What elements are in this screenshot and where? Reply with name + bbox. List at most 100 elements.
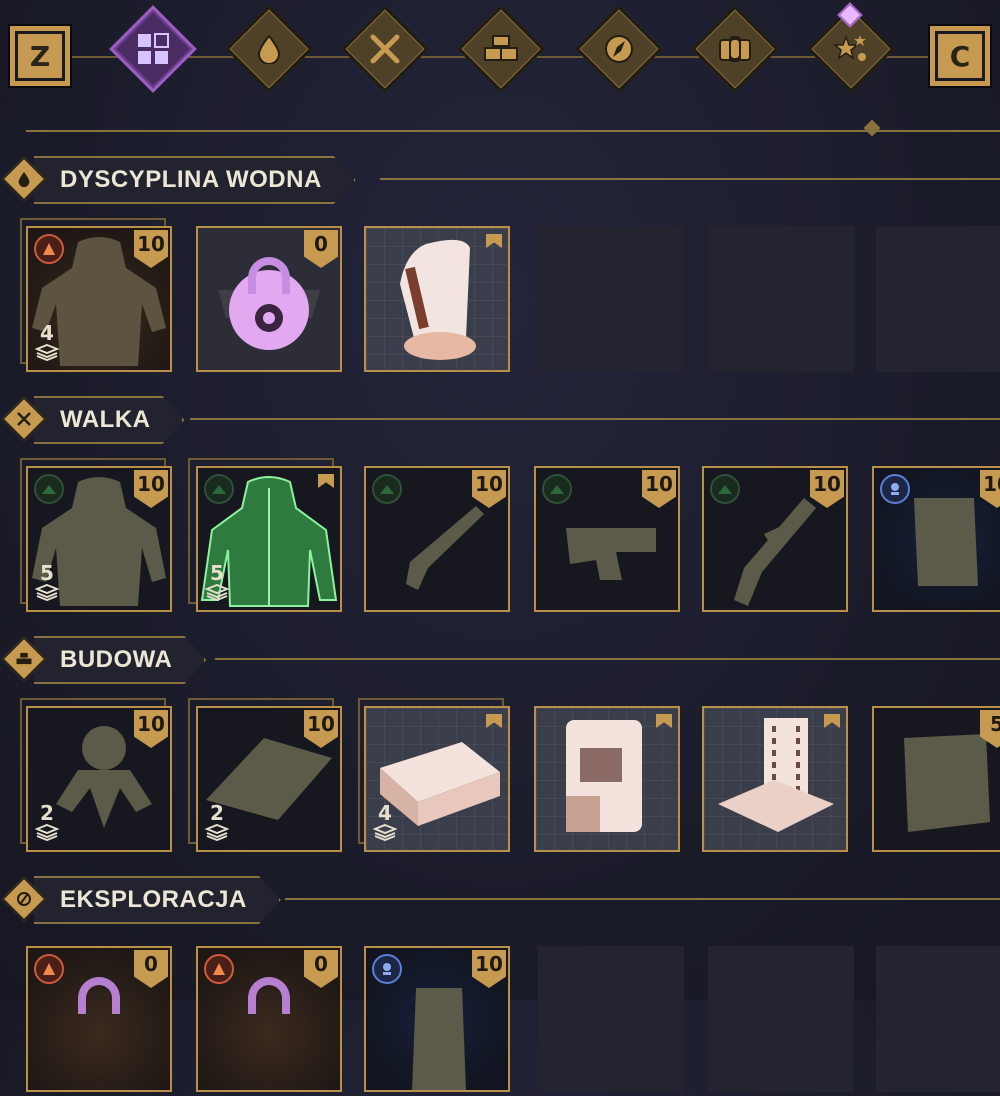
water-drop-icon [249,29,289,69]
item-card[interactable]: 5 [872,706,1000,852]
item-card[interactable]: 10 5 [26,466,172,612]
section-rule [215,658,1000,660]
prev-key-label: Z [15,31,65,81]
stack-info: 5 [32,563,62,606]
empty-slot [876,946,1000,1092]
stack-layers-icon [204,823,230,842]
stack-count: 5 [40,561,54,585]
tier-green-icon [34,474,64,504]
tab-water-discipline[interactable] [225,5,313,93]
item-card[interactable] [702,706,848,852]
tier-green-icon [372,474,402,504]
stack-count: 5 [210,561,224,585]
compass-icon [16,891,32,907]
empty-slot [876,226,1000,372]
item-card[interactable]: 0 [196,226,342,372]
item-card[interactable]: 0 [26,946,172,1092]
empty-slot [708,226,854,372]
stack-count: 4 [40,321,54,345]
section-title-tab: WALKA [34,396,184,444]
section-rule [285,898,1000,900]
section-title: BUDOWA [60,646,173,673]
section-water-discipline: DYSCYPLINA WODNA 10 4 0 [0,156,1000,386]
empty-slot [538,226,684,372]
section-rule [380,178,1000,180]
section-title-tab: EKSPLORACJA [34,876,281,924]
building-blocks-icon [481,29,521,69]
crossed-swords-icon [16,411,32,427]
section-header: EKSPLORACJA [0,876,1000,922]
fabricator-art [718,718,834,832]
item-card[interactable]: 10 [702,466,848,612]
nav-marker [863,119,881,137]
tier-orange-icon [204,954,234,984]
section-exploration: EKSPLORACJA 0 0 10 [0,876,1000,1092]
stack-info: 2 [202,803,232,846]
item-card[interactable] [534,706,680,852]
card-row: 0 0 10 [0,946,1000,1096]
nav-underline [26,130,1000,132]
tier-green-icon [710,474,740,504]
section-title: DYSCYPLINA WODNA [60,166,322,193]
tier-green-icon [204,474,234,504]
category-nav: Z C [0,0,1000,110]
compass-icon [599,29,639,69]
item-card[interactable]: 0 [196,946,342,1092]
kiosk-art [566,720,642,832]
empty-slot [708,946,854,1092]
tab-exploration[interactable] [575,5,663,93]
item-card[interactable] [364,226,510,372]
section-combat: WALKA 10 5 5 10 10 10 1 [0,396,1000,626]
tier-blue-icon [372,954,402,984]
card-row: 10 2 10 2 4 5 [0,698,1000,856]
item-card[interactable]: 10 [872,466,1000,612]
tab-combat[interactable] [341,5,429,93]
tab-vault[interactable] [691,5,779,93]
section-title: EKSPLORACJA [60,886,247,913]
section-header: BUDOWA [0,636,1000,682]
section-title-tab: BUDOWA [34,636,206,684]
item-card[interactable]: 10 [534,466,680,612]
building-blocks-icon [16,652,32,666]
section-title-tab: DYSCYPLINA WODNA [34,156,356,204]
stack-layers-icon [372,823,398,842]
section-rule [190,418,1000,420]
stack-info: 4 [370,803,400,846]
tier-orange-icon [34,234,64,264]
prev-key-button[interactable]: Z [8,24,72,88]
stack-layers-icon [34,343,60,362]
stack-layers-icon [34,823,60,842]
empty-slot [538,946,684,1092]
next-key-button[interactable]: C [928,24,992,88]
tier-orange-icon [34,954,64,984]
stack-count: 2 [210,801,224,825]
item-card[interactable]: 5 [196,466,342,612]
item-card[interactable]: 10 [364,466,510,612]
section-title: WALKA [60,406,151,433]
stack-info: 4 [32,323,62,366]
item-card[interactable]: 10 2 [196,706,342,852]
item-card[interactable]: 10 4 [26,226,172,372]
card-row: 10 4 0 [0,218,1000,376]
item-card[interactable]: 10 [364,946,510,1092]
stars-icon [831,29,871,69]
section-header: DYSCYPLINA WODNA [0,156,1000,202]
stack-layers-icon [204,583,230,602]
grid-icon [133,29,173,69]
tier-green-icon [542,474,572,504]
item-card[interactable]: 4 [364,706,510,852]
card-row: 10 5 5 10 10 10 10 [0,458,1000,616]
schematic-art [400,239,476,360]
stack-layers-icon [34,583,60,602]
item-card[interactable]: 10 2 [26,706,172,852]
section-building: BUDOWA 10 2 10 2 4 [0,636,1000,866]
tier-blue-icon [880,474,910,504]
stack-info: 2 [32,803,62,846]
tab-all[interactable] [109,5,197,93]
water-drop-icon [17,171,31,187]
vault-icon [715,29,755,69]
stack-count: 2 [40,801,54,825]
next-key-label: C [935,31,985,81]
tab-building[interactable] [457,5,545,93]
crossed-swords-icon [365,29,405,69]
